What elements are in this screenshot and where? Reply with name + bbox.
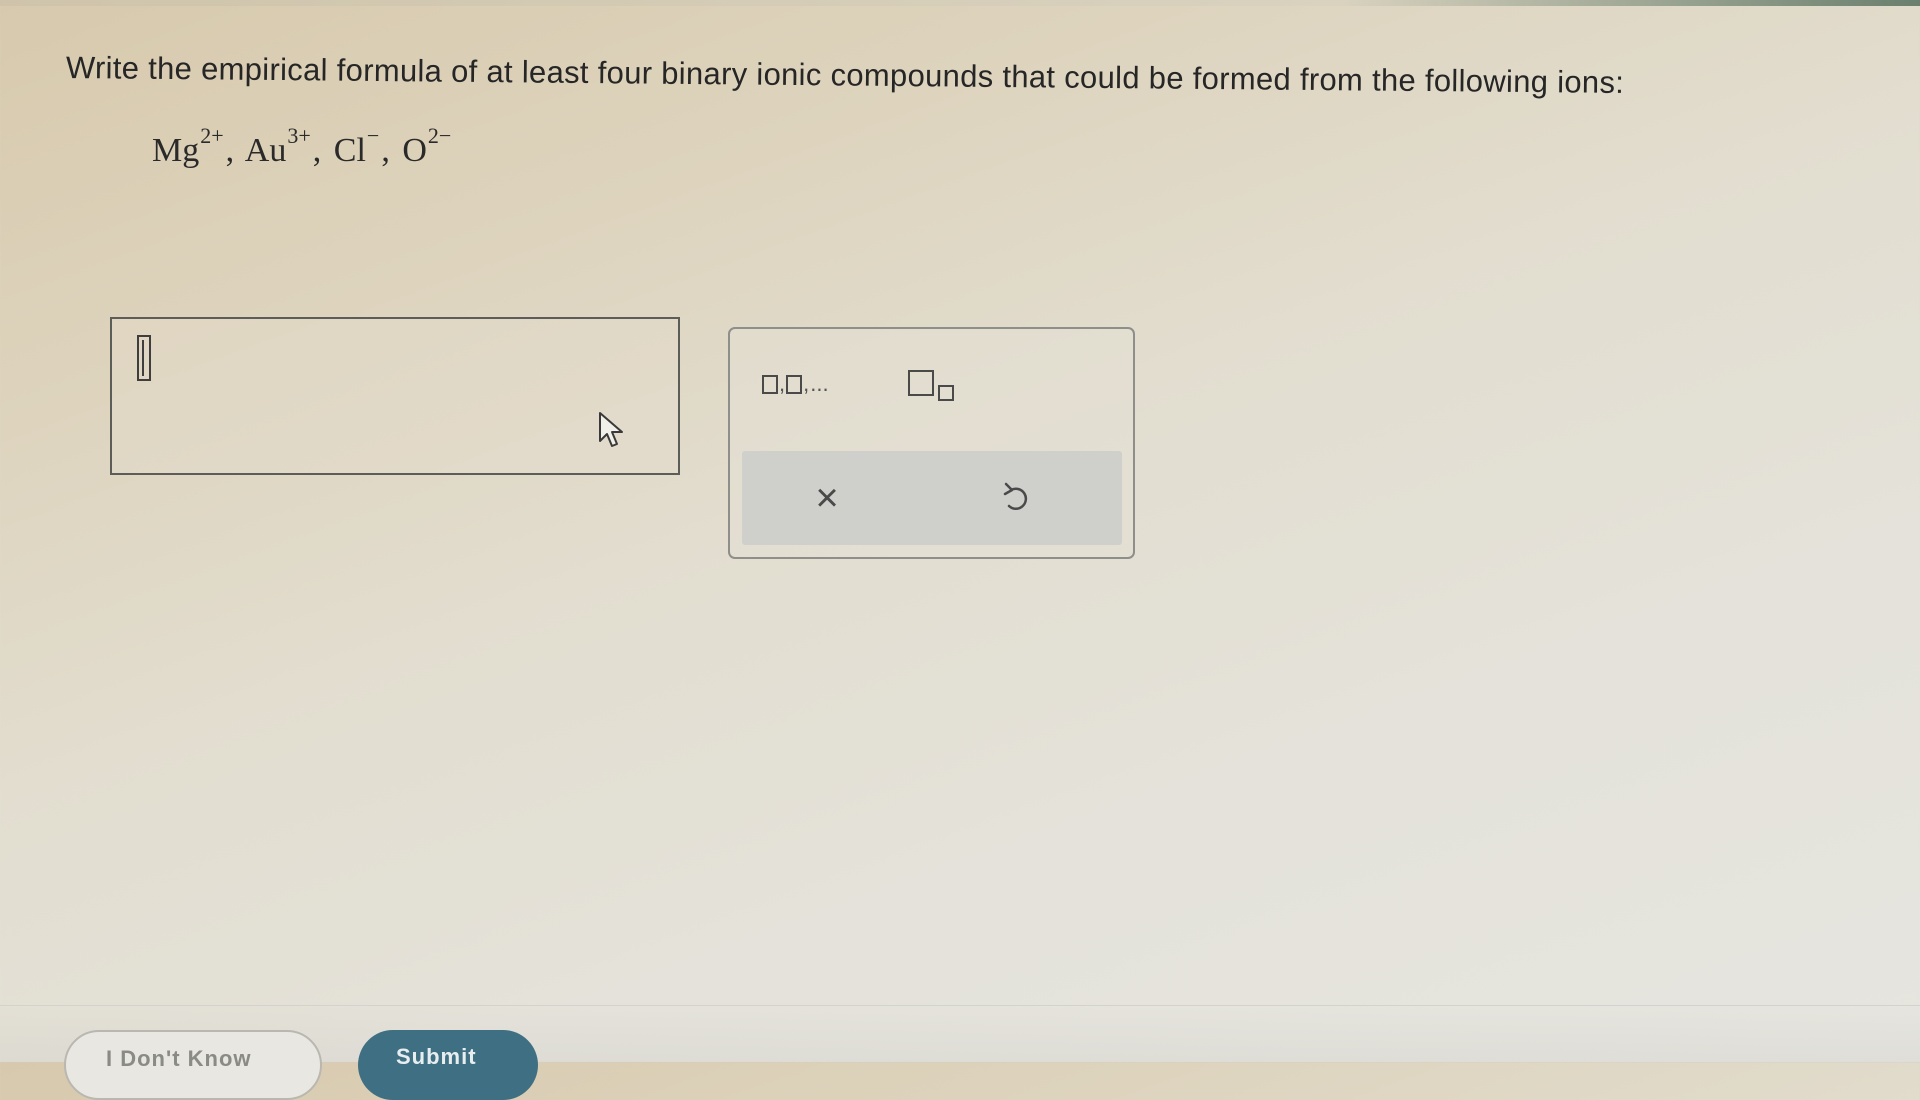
subscript-tool-button[interactable] xyxy=(908,370,958,402)
mouse-pointer-icon xyxy=(599,412,623,447)
placeholder-square-icon xyxy=(762,374,778,394)
math-toolbar: ,,... × xyxy=(728,327,1135,559)
ion-separator: , xyxy=(312,132,322,169)
ellipsis-label: ... xyxy=(810,371,829,396)
ion-charge: 3+ xyxy=(287,123,311,148)
clear-button[interactable]: × xyxy=(802,473,852,523)
placeholder-square-icon xyxy=(786,374,803,394)
ion-separator: , xyxy=(225,132,235,169)
action-bar: × xyxy=(742,451,1122,545)
ion-charge: 2− xyxy=(427,123,452,148)
top-edge xyxy=(0,0,1920,6)
ion-cl: Cl− xyxy=(333,123,380,169)
ion-mg: Mg2+ xyxy=(152,123,224,169)
ion-symbol: Mg xyxy=(152,132,200,169)
dont-know-label: I Don't Know xyxy=(106,1046,252,1071)
comma-glyph: , xyxy=(803,371,810,396)
dont-know-button[interactable]: I Don't Know xyxy=(64,1030,322,1100)
ion-symbol: O xyxy=(402,132,427,169)
ion-charge: − xyxy=(366,123,380,148)
comma-glyph: , xyxy=(779,371,786,396)
submit-button[interactable]: Submit xyxy=(358,1030,538,1100)
ion-symbol: Cl xyxy=(333,132,366,169)
undo-icon xyxy=(1003,482,1028,510)
ion-charge: 2+ xyxy=(200,123,224,148)
answer-input-slot[interactable] xyxy=(137,335,151,381)
submit-label: Submit xyxy=(396,1044,477,1069)
answer-input-box[interactable] xyxy=(110,317,680,475)
ion-o: O2− xyxy=(402,123,451,169)
subscript-small-square-icon xyxy=(938,385,954,401)
undo-button[interactable] xyxy=(992,473,1042,523)
question-prompt: Write the empirical formula of at least … xyxy=(65,50,1625,100)
list-tool-button[interactable]: ,,... xyxy=(762,371,829,397)
ion-separator: , xyxy=(381,132,390,169)
ion-symbol: Au xyxy=(244,132,287,169)
ion-list: Mg2+, Au3+, Cl−, O2− xyxy=(152,123,451,170)
subscript-icon xyxy=(908,370,934,396)
ion-au: Au3+ xyxy=(244,123,311,169)
